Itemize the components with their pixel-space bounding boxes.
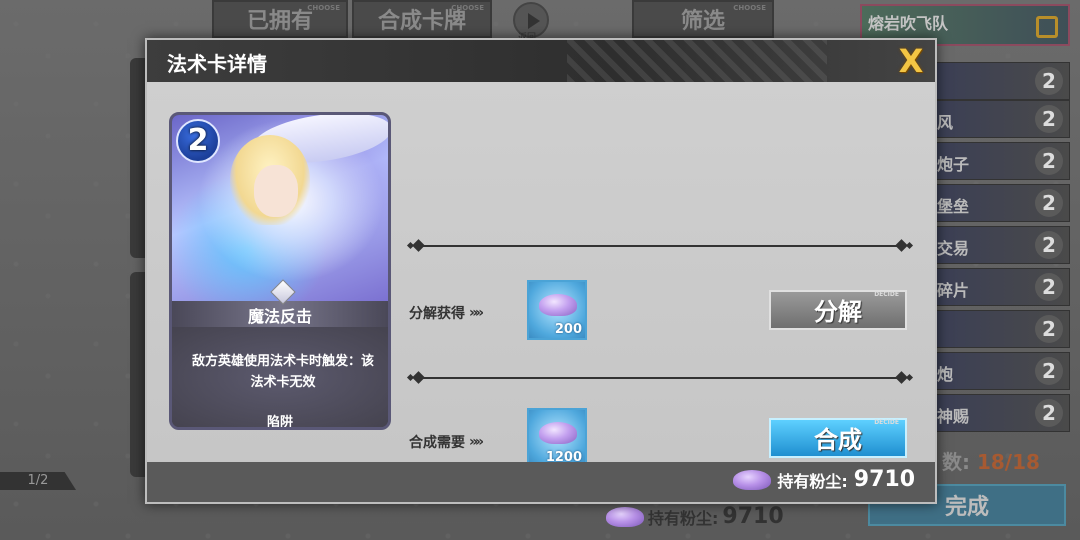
- decompose-button[interactable]: 分解 DECIDE: [769, 290, 907, 330]
- page-indicator: 1/2: [0, 472, 76, 490]
- deck-row-cost: 2: [1035, 273, 1063, 301]
- close-button[interactable]: X: [895, 44, 927, 78]
- craft-dust-box: 1200: [527, 408, 587, 468]
- deck-row-name: 炮子: [937, 155, 970, 174]
- tab-owned[interactable]: 已拥有 CHOOSE: [212, 0, 348, 38]
- background-dust-counter: 持有粉尘: 9710: [606, 504, 784, 529]
- decide-tag: DECIDE: [874, 291, 899, 298]
- card-type: 陷阱: [266, 415, 293, 430]
- decompose-button-label: 分解: [814, 298, 862, 326]
- tab-craft-card[interactable]: 合成卡牌 CHOOSE: [352, 0, 492, 38]
- dust-icon: [733, 469, 772, 490]
- deck-count-value: 18/18: [976, 450, 1040, 474]
- deck-count: 数: 18/18: [942, 446, 1040, 475]
- dust-icon: [606, 506, 644, 527]
- deck-row[interactable]: 2: [936, 62, 1070, 100]
- deck-row[interactable]: 炮2: [936, 352, 1070, 390]
- double-chevron-icon: »»: [469, 305, 484, 321]
- decompose-row-label: 分解获得 »»: [409, 303, 484, 323]
- spell-card-detail-dialog: 法术卡详情 X 2 魔法反击 敌方英雄使用法术卡时触发：该法术卡无效 陷阱 分解…: [145, 38, 937, 504]
- done-button-label: 完成: [944, 495, 989, 520]
- craft-label: 合成需要: [409, 435, 465, 451]
- dust-icon: [539, 294, 577, 316]
- deck-row-name: 碎片: [937, 281, 970, 300]
- deck-row-name: 堡垒: [937, 197, 970, 216]
- deck-row[interactable]: 神赐 2: [936, 394, 1070, 432]
- deck-row-cost: 2: [1035, 105, 1063, 133]
- dust-value: 9710: [853, 467, 915, 492]
- tab-choose-tag: CHOOSE: [451, 4, 484, 12]
- deck-row-name: 交易: [937, 239, 970, 258]
- card-cost: 2: [176, 119, 220, 163]
- decide-tag: DECIDE: [874, 419, 899, 426]
- dust-counter: 持有粉尘: 9710: [733, 467, 915, 492]
- deck-row[interactable]: 2: [936, 310, 1070, 348]
- dust-label: 持有粉尘:: [777, 471, 848, 491]
- dialog-header: 法术卡详情 X: [147, 40, 935, 82]
- dialog-body: 2 魔法反击 敌方英雄使用法术卡时触发：该法术卡无效 陷阱 分解获得 »» 20…: [147, 82, 935, 468]
- double-chevron-icon: »»: [469, 434, 484, 450]
- deck-row[interactable]: 堡垒 2: [936, 184, 1070, 222]
- dialog-title: 法术卡详情: [167, 52, 267, 76]
- divider: [406, 239, 914, 252]
- card-art-face: [254, 165, 298, 217]
- deck-row[interactable]: 碎片 2: [936, 268, 1070, 306]
- deck-row[interactable]: 交易 2: [936, 226, 1070, 264]
- decompose-amount: 200: [554, 322, 582, 337]
- dust-label: 持有粉尘:: [648, 508, 719, 528]
- tab-filter-label: 筛选: [680, 9, 725, 34]
- deck-row-cost: 2: [1035, 147, 1063, 175]
- card-name: 魔法反击: [247, 307, 312, 326]
- edit-icon[interactable]: [1036, 16, 1058, 38]
- deck-row-name: 风: [937, 113, 954, 132]
- deck-row-name: 神赐: [937, 407, 970, 426]
- deck-count-label: 数:: [942, 450, 970, 474]
- tab-choose-tag: CHOOSE: [733, 4, 766, 12]
- deck-row[interactable]: 炮子 2: [936, 142, 1070, 180]
- deck-row-cost: 2: [1035, 315, 1063, 343]
- deck-row-name: 炮: [937, 365, 954, 384]
- deck-row-cost: 2: [1035, 231, 1063, 259]
- deck-row[interactable]: 风2: [936, 100, 1070, 138]
- dust-icon: [539, 422, 577, 444]
- craft-button-label: 合成: [814, 426, 862, 454]
- craft-button[interactable]: 合成 DECIDE: [769, 418, 907, 458]
- divider: [406, 371, 914, 384]
- tab-owned-label: 已拥有: [246, 9, 313, 34]
- deck-row-cost: 2: [1035, 67, 1063, 95]
- craft-row-label: 合成需要 »»: [409, 432, 484, 452]
- deck-row-cost: 2: [1035, 357, 1063, 385]
- tab-filter[interactable]: 筛选 CHOOSE: [632, 0, 774, 38]
- decompose-dust-box: 200: [527, 280, 587, 340]
- deck-row-cost: 2: [1035, 399, 1063, 427]
- decompose-label: 分解获得: [409, 306, 465, 322]
- deck-name: 熔岩吹飞队: [868, 14, 949, 33]
- dialog-footer: 持有粉尘: 9710: [147, 462, 935, 502]
- tab-choose-tag: CHOOSE: [307, 4, 340, 12]
- dust-value: 9710: [722, 504, 784, 529]
- deck-row-cost: 2: [1035, 189, 1063, 217]
- spell-card: 2 魔法反击 敌方英雄使用法术卡时触发：该法术卡无效 陷阱: [169, 112, 391, 430]
- card-description: 敌方英雄使用法术卡时触发：该法术卡无效: [192, 354, 375, 390]
